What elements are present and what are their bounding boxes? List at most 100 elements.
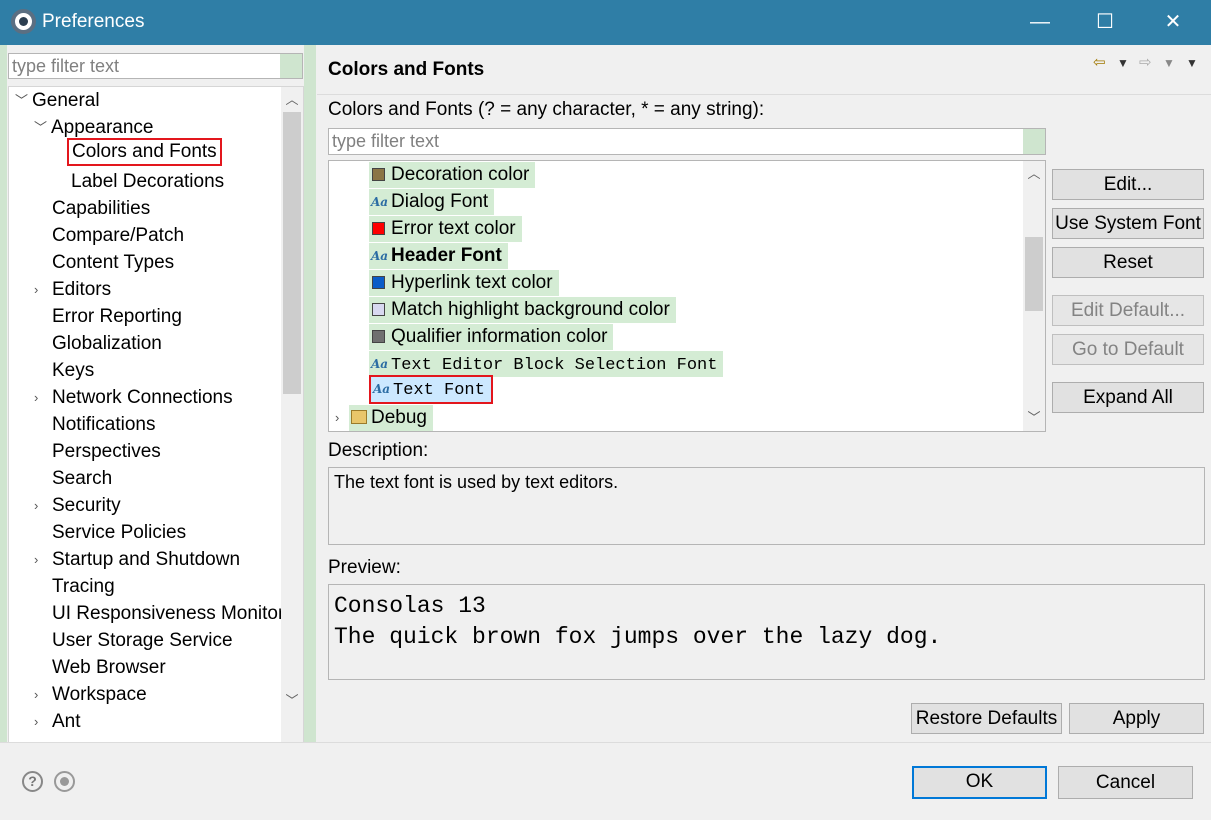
edit-button[interactable]: Edit... [1052,169,1204,200]
cf-item-decoration-color[interactable]: Decoration color [369,162,536,188]
expand-all-button[interactable]: Expand All [1052,382,1204,413]
reset-button[interactable]: Reset [1052,247,1204,278]
apply-button[interactable]: Apply [1069,703,1204,734]
preview-sample-text: The quick brown fox jumps over the lazy … [334,624,942,650]
filter-instruction-label: Colors and Fonts (? = any character, * =… [328,99,765,120]
scroll-up-icon[interactable]: ︿ [1023,163,1045,185]
tree-item-tracing[interactable]: Tracing [52,573,115,600]
maximize-button[interactable]: ☐ [1071,0,1139,45]
cf-item-label: Debug [371,407,427,428]
scroll-thumb[interactable] [1025,237,1043,311]
cf-item-hyperlink-text-color[interactable]: Hyperlink text color [369,270,559,296]
colors-filter-input[interactable]: type filter text [328,128,1046,155]
cf-item-text-editor-block-selection-font[interactable]: Aa Text Editor Block Selection Font [369,351,724,377]
tree-item-search[interactable]: Search [52,465,112,492]
description-text: The text font is used by text editors. [334,472,619,492]
collapsed-chevron-icon[interactable]: › [34,708,46,735]
cf-item-error-text-color[interactable]: Error text color [369,216,522,242]
restore-defaults-button[interactable]: Restore Defaults [911,703,1062,734]
cf-item-match-highlight-background-color[interactable]: Match highlight background color [369,297,676,323]
tree-item-notifications[interactable]: Notifications [52,411,156,438]
tree-vertical-scrollbar[interactable]: ︿ ﹀ [281,87,303,760]
use-system-font-button[interactable]: Use System Font [1052,208,1204,239]
preference-page: Colors and Fonts ⇦ ▼ ⇨ ▼ ▼ Colors and Fo… [317,45,1211,742]
page-title: Colors and Fonts [328,59,485,80]
tree-item-user-storage-service[interactable]: User Storage Service [52,627,233,654]
tree-item-perspectives[interactable]: Perspectives [52,438,161,465]
back-arrow-icon[interactable]: ⇦ [1093,53,1106,71]
tree-item-label-decorations[interactable]: Label Decorations [71,168,224,195]
cf-item-header-font[interactable]: Aa Header Font [369,243,508,269]
collapsed-chevron-icon[interactable]: › [335,405,349,431]
back-dropdown-icon[interactable]: ▼ [1117,56,1129,70]
expanded-chevron-icon[interactable]: ﹀ [34,114,47,141]
cf-item-qualifier-information-color[interactable]: Qualifier information color [369,324,614,350]
preference-tree[interactable]: ﹀ General ﹀ Appearance Colors and Fonts … [8,86,304,761]
forward-arrow-icon[interactable]: ⇨ [1139,53,1152,71]
tree-item-label: General [32,90,100,111]
color-swatch-icon [372,168,385,181]
collapsed-chevron-icon[interactable]: › [34,276,46,303]
tree-item-compare-patch[interactable]: Compare/Patch [52,222,184,249]
cf-item-debug[interactable]: › Debug [335,405,433,431]
tree-item-globalization[interactable]: Globalization [52,330,162,357]
colors-filter-placeholder: type filter text [332,131,440,151]
collapsed-chevron-icon[interactable]: › [34,492,46,519]
tree-item-label: Workspace [52,684,147,705]
record-macro-icon[interactable] [54,771,75,792]
description-box: The text font is used by text editors. [328,467,1205,545]
collapsed-chevron-icon[interactable]: › [34,681,46,708]
category-folder-icon [351,410,367,424]
tree-item-label: Search [52,468,113,489]
font-icon: Aa [371,357,389,371]
ok-button[interactable]: OK [912,766,1047,799]
cf-vertical-scrollbar[interactable]: ︿ ﹀ [1023,161,1045,431]
tree-item-capabilities[interactable]: Capabilities [52,195,150,222]
collapsed-chevron-icon[interactable]: › [34,384,46,411]
scroll-down-icon[interactable]: ﹀ [281,690,303,712]
tree-item-service-policies[interactable]: Service Policies [52,519,186,546]
view-menu-icon[interactable]: ▼ [1186,56,1198,70]
cancel-button[interactable]: Cancel [1058,766,1193,799]
color-swatch-icon [372,222,385,235]
colors-and-fonts-tree[interactable]: Decoration color Aa Dialog Font Error tex… [328,160,1046,432]
cf-item-label: Match highlight background color [391,299,670,320]
tree-filter-placeholder: type filter text [12,56,120,76]
tree-item-colors-and-fonts[interactable]: Colors and Fonts [67,138,222,166]
tree-item-content-types[interactable]: Content Types [52,249,174,276]
go-to-default-button[interactable]: Go to Default [1052,334,1204,365]
tree-item-label: Web Browser [52,657,166,678]
cf-item-label: Hyperlink text color [391,272,553,293]
cf-item-dialog-font[interactable]: Aa Dialog Font [369,189,495,215]
help-icon[interactable]: ? [22,771,43,792]
filter-clear-area [1023,129,1045,154]
edit-default-button[interactable]: Edit Default... [1052,295,1204,326]
preview-label: Preview: [328,557,401,578]
tree-item-label: Label Decorations [71,171,225,192]
collapsed-chevron-icon[interactable]: › [34,546,46,573]
cf-item-label: Text Editor Block Selection Font [391,356,718,375]
close-button[interactable]: ✕ [1139,0,1207,45]
selected-highlight: Colors and Fonts [67,138,222,166]
scroll-up-icon[interactable]: ︿ [281,89,303,111]
forward-dropdown-icon[interactable]: ▼ [1163,56,1175,70]
cf-item-text-font[interactable]: Aa Text Font [369,375,493,404]
tree-item-keys[interactable]: Keys [52,357,94,384]
filter-clear-area [280,54,302,78]
preference-navigation: type filter text ﹀ General ﹀ Appearance … [0,45,316,783]
tree-item-error-reporting[interactable]: Error Reporting [52,303,182,330]
tree-item-label: Tracing [52,576,115,597]
tree-item-web-browser[interactable]: Web Browser [52,654,166,681]
tree-item-label: Ant [52,711,81,732]
tree-item-label: Globalization [52,333,162,354]
tree-filter-input[interactable]: type filter text [8,53,303,79]
font-icon: Aa [371,249,389,263]
expanded-chevron-icon[interactable]: ﹀ [15,87,28,114]
tree-item-ui-responsiveness[interactable]: UI Responsiveness Monitoring [52,600,303,627]
tree-item-label: Perspectives [52,441,161,462]
scroll-thumb[interactable] [283,112,301,394]
scroll-down-icon[interactable]: ﹀ [1023,407,1045,429]
color-swatch-icon [372,276,385,289]
minimize-button[interactable]: — [1006,0,1074,45]
tree-item-label: Compare/Patch [52,225,185,246]
